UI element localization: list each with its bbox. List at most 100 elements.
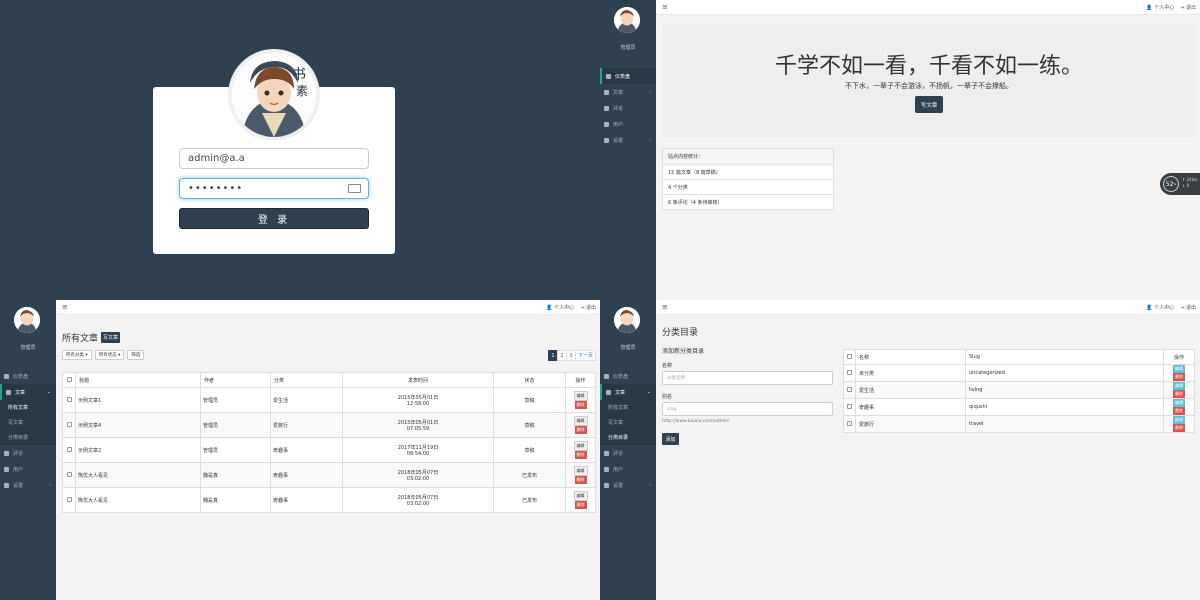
delete-button[interactable]: 删除 xyxy=(1173,390,1185,398)
menu-icon[interactable]: ≡ xyxy=(62,303,68,311)
sidebar-item-posts[interactable]: 文章 ‹ xyxy=(600,84,656,100)
menu-icon[interactable]: ≡ xyxy=(662,303,668,311)
next-page[interactable]: 下一页 xyxy=(574,350,596,361)
page-title-text: 所有文章 xyxy=(62,334,99,344)
profile-link[interactable]: 👤 个人中心 xyxy=(1146,4,1174,11)
sidebar-submenu: 所有文章 写文章 分类目录 xyxy=(600,400,656,445)
sidebar-subitem-write-post[interactable]: 写文章 xyxy=(0,415,56,430)
edit-button[interactable]: 编辑 xyxy=(1173,399,1185,407)
sidebar: 管理员 仪表盘 文章 ⌄ 所有文章 写文章 分类目录 评论 用户 设置 ‹ xyxy=(0,300,56,600)
row-checkbox[interactable] xyxy=(66,472,72,477)
profile-link[interactable]: 👤 个人中心 xyxy=(1146,304,1174,311)
topbar: ≡ 👤 个人中心 ⇥ 退出 xyxy=(656,0,1200,15)
speed-widget[interactable]: 52% ↑ 24k/s ↓ 0 xyxy=(1160,173,1200,195)
delete-button[interactable]: 删除 xyxy=(574,426,587,434)
sidebar-item-users[interactable]: 用户 xyxy=(600,461,656,477)
menu-icon[interactable]: ≡ xyxy=(662,3,668,11)
edit-button[interactable]: 编辑 xyxy=(573,466,588,476)
logout-link[interactable]: ⇥ 退出 xyxy=(1180,304,1196,311)
home-icon xyxy=(604,373,609,379)
edit-button[interactable]: 编辑 xyxy=(1173,416,1185,424)
row-checkbox[interactable] xyxy=(66,397,72,402)
login-button[interactable]: 登 录 xyxy=(179,208,369,229)
sidebar-item-settings[interactable]: 设置 ‹ xyxy=(600,132,656,148)
sidebar-item-dashboard[interactable]: 仪表盘 xyxy=(600,368,656,384)
table-row: 未分类 uncategorized 编辑 删除 xyxy=(843,364,1195,382)
delete-button[interactable]: 删除 xyxy=(574,476,587,484)
jumbotron: 千学不如一看，千看不如一练。 不下水，一辈子不会游泳，不扬帆，一辈子不会撑船。 … xyxy=(662,24,1196,138)
select-all-checkbox[interactable] xyxy=(66,377,72,382)
avatar[interactable] xyxy=(14,307,40,333)
logout-link[interactable]: ⇥ 退出 xyxy=(580,304,596,311)
post-author: 管理员 xyxy=(200,437,271,463)
row-checkbox[interactable] xyxy=(847,387,852,392)
status-select[interactable]: 所有状态 ▾ xyxy=(94,350,125,360)
row-checkbox[interactable] xyxy=(66,422,72,427)
edit-button[interactable]: 编辑 xyxy=(573,491,588,501)
pin-icon xyxy=(604,89,609,95)
edit-button[interactable]: 编辑 xyxy=(1173,365,1185,373)
sidebar-subitem-categories[interactable]: 分类目录 xyxy=(0,430,56,445)
sidebar-item-settings[interactable]: 设置 ‹ xyxy=(600,477,656,493)
stats-categories[interactable]: 4 个分类 xyxy=(663,179,833,194)
category-name: 奇趣事 xyxy=(855,398,966,416)
sidebar-subitem-all-posts[interactable]: 所有文章 xyxy=(0,400,56,415)
add-category-button[interactable]: 添加 xyxy=(662,433,679,445)
sidebar-item-users[interactable]: 用户 xyxy=(600,116,656,132)
svg-text:素: 素 xyxy=(296,84,308,98)
sidebar-item-dashboard[interactable]: 仪表盘 xyxy=(0,368,56,384)
sidebar-item-label: 用户 xyxy=(13,466,24,473)
edit-button[interactable]: 编辑 xyxy=(573,416,588,426)
sidebar-item-settings[interactable]: 设置 ‹ xyxy=(0,477,56,493)
category-slug-input[interactable]: slug xyxy=(662,402,833,416)
profile-link[interactable]: 👤 个人中心 xyxy=(546,304,574,311)
name-label: 名称 xyxy=(662,363,673,369)
sidebar-subitem-all-posts[interactable]: 所有文章 xyxy=(600,400,656,415)
users-icon xyxy=(604,466,609,472)
row-checkbox[interactable] xyxy=(66,447,72,452)
sidebar-item-users[interactable]: 用户 xyxy=(0,461,56,477)
logout-label: 退出 xyxy=(1185,305,1196,311)
comment-icon xyxy=(4,450,9,456)
filter-button[interactable]: 筛选 xyxy=(127,350,145,360)
post-category: 奇趣事 xyxy=(270,462,343,488)
sidebar-item-posts[interactable]: 文章 ⌄ xyxy=(0,384,56,400)
stats-posts[interactable]: 15 篇文章（8 篇草稿） xyxy=(663,164,833,179)
category-name-input[interactable]: 分类名称 xyxy=(662,371,833,385)
delete-button[interactable]: 删除 xyxy=(1173,407,1185,415)
sidebar-subitem-categories[interactable]: 分类目录 xyxy=(600,430,656,445)
sidebar-subitem-write-post[interactable]: 写文章 xyxy=(600,415,656,430)
post-status: 草稿 xyxy=(493,412,566,438)
password-field[interactable]: •••••••• xyxy=(179,178,369,199)
screenshot-collage: 书 素 admin@a.a •••••••• 登 录 管理员 仪表盘 文章 ‹ 评… xyxy=(0,0,1200,600)
delete-button[interactable]: 删除 xyxy=(574,451,587,459)
edit-button[interactable]: 编辑 xyxy=(573,441,588,451)
stats-comments[interactable]: 6 条评论（4 条待审核） xyxy=(663,194,833,209)
write-post-button[interactable]: 写文章 xyxy=(915,96,943,113)
delete-button[interactable]: 删除 xyxy=(1173,373,1185,381)
speed-value: 52% xyxy=(1163,176,1179,192)
row-checkbox[interactable] xyxy=(847,404,852,409)
logout-label: 退出 xyxy=(585,305,596,311)
delete-button[interactable]: 删除 xyxy=(574,501,587,509)
sidebar-item-dashboard[interactable]: 仪表盘 xyxy=(600,68,656,84)
email-field[interactable]: admin@a.a xyxy=(179,148,369,169)
speed-down: ↓ 0 xyxy=(1182,183,1190,188)
avatar[interactable] xyxy=(614,307,640,333)
avatar[interactable] xyxy=(614,7,640,33)
category-select[interactable]: 所有分类 ▾ xyxy=(62,350,92,360)
row-checkbox[interactable] xyxy=(847,421,852,426)
write-post-button[interactable]: 写文章 xyxy=(101,332,121,343)
select-all-checkbox[interactable] xyxy=(847,354,852,359)
delete-button[interactable]: 删除 xyxy=(1173,424,1185,432)
sidebar-item-comments[interactable]: 评论 xyxy=(600,445,656,461)
logout-link[interactable]: ⇥ 退出 xyxy=(1180,4,1196,11)
sidebar-item-posts[interactable]: 文章 ⌄ xyxy=(600,384,656,400)
row-checkbox[interactable] xyxy=(66,497,72,502)
sidebar-item-comments[interactable]: 评论 xyxy=(600,100,656,116)
edit-button[interactable]: 编辑 xyxy=(573,391,588,401)
edit-button[interactable]: 编辑 xyxy=(1173,382,1185,390)
sidebar-item-comments[interactable]: 评论 xyxy=(0,445,56,461)
delete-button[interactable]: 删除 xyxy=(574,401,587,409)
row-checkbox[interactable] xyxy=(847,370,852,375)
